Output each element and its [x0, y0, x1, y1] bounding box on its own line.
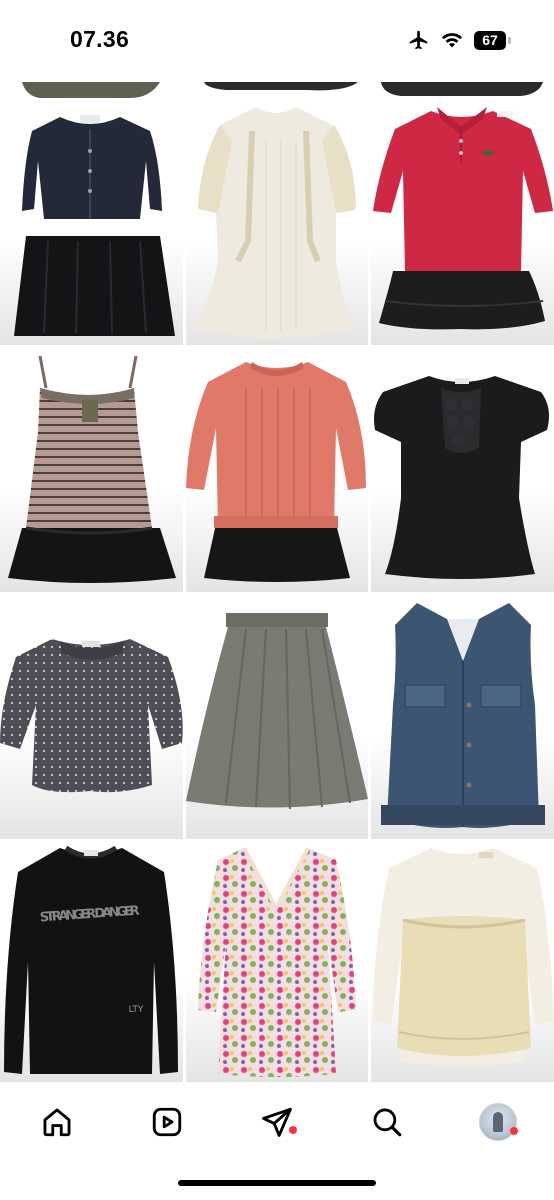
status-time: 07.36 — [70, 26, 130, 52]
profile-notification-dot — [510, 1127, 518, 1135]
battery-icon: 67 — [474, 30, 511, 50]
post-floral-dress[interactable] — [186, 842, 368, 1082]
post-partial-2[interactable] — [186, 82, 368, 98]
post-cream-lace-dress[interactable] — [186, 101, 368, 345]
sweater-tag: LTY — [129, 1005, 144, 1015]
post-denim-vest[interactable] — [371, 595, 554, 839]
post-partial-3[interactable] — [371, 82, 554, 98]
post-grey-skirt[interactable] — [186, 595, 368, 839]
airplane-icon — [409, 30, 428, 50]
post-red-polo-dress[interactable] — [371, 101, 554, 345]
post-coral-sweater-dress[interactable] — [186, 348, 368, 592]
post-partial-1[interactable] — [0, 82, 183, 98]
status-icons: 67 — [408, 29, 511, 51]
home-icon[interactable] — [35, 1100, 79, 1144]
post-navy-cardigan-dress[interactable] — [0, 101, 183, 345]
post-cream-lace-top[interactable] — [371, 842, 554, 1082]
send-icon[interactable] — [255, 1100, 299, 1144]
post-striped-cami-dress[interactable] — [0, 348, 183, 592]
status-bar: 07.36 67 — [0, 0, 554, 82]
post-black-graphic-sweater[interactable]: STRANGER DANGER LTY — [0, 842, 183, 1082]
post-grid: STRANGER DANGER LTY — [0, 82, 554, 1082]
post-black-ruffle-top[interactable] — [371, 348, 554, 592]
wifi-icon — [442, 33, 462, 48]
search-icon[interactable] — [365, 1100, 409, 1144]
home-indicator — [178, 1180, 376, 1186]
send-notification-dot — [289, 1126, 297, 1134]
reels-icon[interactable] — [145, 1100, 189, 1144]
avatar — [479, 1103, 517, 1141]
profile-avatar[interactable] — [476, 1100, 520, 1144]
post-grey-dotted-blouse[interactable] — [0, 595, 183, 839]
